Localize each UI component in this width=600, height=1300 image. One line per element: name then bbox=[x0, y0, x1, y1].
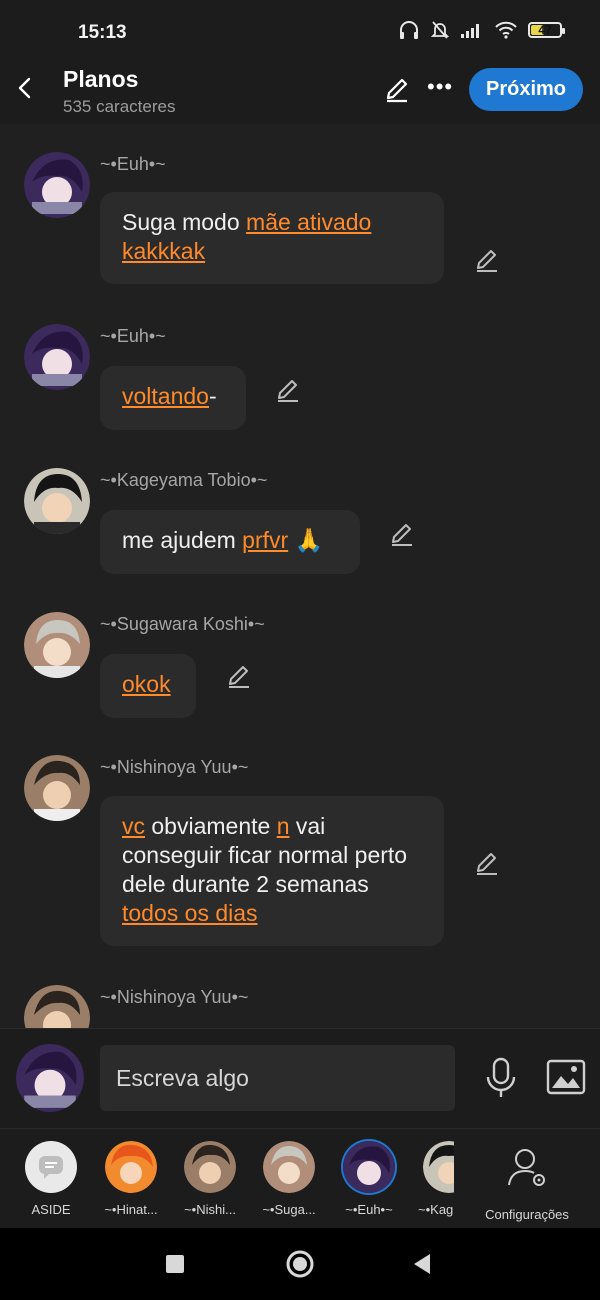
edit-pencil-icon[interactable] bbox=[383, 76, 411, 104]
app-header: Planos 535 caracteres ••• Próximo bbox=[0, 62, 600, 124]
character-item[interactable]: ~•Nishi... bbox=[171, 1141, 249, 1217]
message-author: ~•Kageyama Tobio•~ bbox=[100, 470, 268, 490]
avatar[interactable] bbox=[24, 985, 90, 1028]
message-text: me ajudem bbox=[122, 527, 243, 553]
message-list[interactable]: ~•Euh•~ Suga modo mãe ativado kakkkak ~•… bbox=[0, 124, 600, 1028]
character-label: ~•Nishi... bbox=[184, 1202, 236, 1217]
character-label: ~•Suga... bbox=[262, 1202, 316, 1217]
avatar[interactable] bbox=[24, 755, 90, 821]
status-bar: 15:13 47 bbox=[0, 0, 600, 62]
character-item-selected[interactable]: ~•Euh•~ bbox=[330, 1141, 408, 1217]
page-title: Planos bbox=[63, 66, 139, 92]
character-label: ASIDE bbox=[31, 1202, 71, 1217]
edit-message-icon[interactable] bbox=[474, 851, 500, 877]
character-label: ~•Hinat... bbox=[104, 1202, 158, 1217]
avatar[interactable] bbox=[24, 152, 90, 218]
bell-muted-icon bbox=[430, 21, 450, 39]
wifi-icon bbox=[495, 21, 517, 39]
status-icons: 47 bbox=[398, 20, 565, 40]
character-item[interactable]: ~•Hinat... bbox=[92, 1141, 170, 1217]
system-nav-bar bbox=[0, 1228, 600, 1300]
character-item[interactable]: ~•Suga... bbox=[250, 1141, 328, 1217]
message-author: ~•Sugawara Koshi•~ bbox=[100, 614, 265, 634]
microphone-icon[interactable] bbox=[484, 1057, 518, 1099]
avatar bbox=[184, 1141, 236, 1193]
edit-message-icon[interactable] bbox=[275, 378, 301, 404]
message-bubble[interactable]: okok bbox=[100, 654, 196, 718]
recents-icon[interactable] bbox=[165, 1254, 185, 1274]
aside-icon bbox=[25, 1141, 77, 1193]
message-author: ~•Nishinoya Yuu•~ bbox=[100, 987, 249, 1007]
character-aside[interactable]: ASIDE bbox=[12, 1141, 90, 1217]
message-emoji: 🙏 bbox=[288, 527, 324, 553]
message-text: obviamente bbox=[145, 813, 277, 839]
message-author: ~•Euh•~ bbox=[100, 326, 166, 346]
message-link[interactable]: todos os dias bbox=[122, 900, 258, 926]
headphones-icon bbox=[400, 21, 418, 39]
next-button[interactable]: Próximo bbox=[469, 68, 583, 111]
home-icon[interactable] bbox=[285, 1249, 315, 1279]
avatar bbox=[343, 1141, 395, 1193]
message-link[interactable]: okok bbox=[122, 671, 171, 697]
composer-bar bbox=[0, 1028, 600, 1129]
message-author: ~•Euh•~ bbox=[100, 154, 166, 174]
message-link[interactable]: voltando bbox=[122, 383, 209, 409]
avatar bbox=[105, 1141, 157, 1193]
edit-message-icon[interactable] bbox=[474, 248, 500, 274]
message-link[interactable]: vc bbox=[122, 813, 145, 839]
avatar bbox=[263, 1141, 315, 1193]
signal-icon bbox=[461, 24, 479, 38]
character-bar: ASIDE ~•Hinat... ~•Nishi... ~•Suga... ~•… bbox=[0, 1128, 600, 1229]
message-bubble[interactable]: Suga modo mãe ativado kakkkak bbox=[100, 192, 444, 284]
status-time: 15:13 bbox=[78, 22, 127, 43]
character-label: ~•Kag bbox=[418, 1202, 454, 1217]
back-arrow-icon[interactable] bbox=[14, 76, 38, 100]
battery-percent: 47 bbox=[538, 23, 552, 37]
message-input[interactable] bbox=[100, 1045, 455, 1111]
back-nav-icon[interactable] bbox=[412, 1252, 432, 1276]
message-bubble[interactable]: vc obviamente n vai conseguir ficar norm… bbox=[100, 796, 444, 946]
edit-message-icon[interactable] bbox=[389, 522, 415, 548]
settings-person-icon bbox=[508, 1149, 545, 1186]
image-icon[interactable] bbox=[546, 1059, 586, 1095]
message-author: ~•Nishinoya Yuu•~ bbox=[100, 757, 249, 777]
avatar[interactable] bbox=[24, 468, 90, 534]
current-character-avatar[interactable] bbox=[16, 1044, 84, 1112]
message-bubble[interactable]: me ajudem prfvr 🙏 bbox=[100, 510, 360, 574]
avatar bbox=[423, 1141, 454, 1193]
settings-button[interactable]: Configurações bbox=[478, 1141, 576, 1222]
character-count: 535 caracteres bbox=[63, 97, 176, 116]
settings-label: Configurações bbox=[485, 1207, 569, 1222]
message-link[interactable]: n bbox=[277, 813, 290, 839]
character-label: ~•Euh•~ bbox=[345, 1202, 393, 1217]
avatar[interactable] bbox=[24, 324, 90, 390]
edit-message-icon[interactable] bbox=[226, 664, 252, 690]
message-bubble[interactable]: voltando- bbox=[100, 366, 246, 430]
avatar[interactable] bbox=[24, 612, 90, 678]
character-item[interactable]: ~•Kag bbox=[410, 1141, 454, 1217]
message-link[interactable]: prfvr bbox=[242, 527, 288, 553]
battery-icon: 47 bbox=[528, 22, 565, 38]
message-text: - bbox=[208, 383, 217, 409]
message-text: Suga modo bbox=[122, 209, 247, 235]
more-options-icon[interactable]: ••• bbox=[427, 74, 453, 100]
